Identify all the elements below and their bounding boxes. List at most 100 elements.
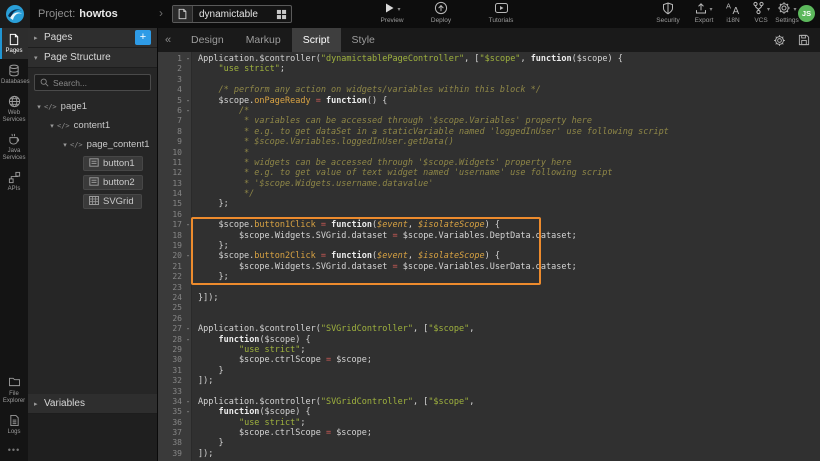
fold-gutter	[184, 272, 192, 282]
fold-marker-icon[interactable]: -	[184, 335, 192, 345]
folder-icon	[1, 376, 27, 390]
expand-arrow-icon: ▾	[47, 122, 57, 130]
line-number: 5	[158, 96, 184, 106]
tree-item-content1[interactable]: ▾</>content1	[28, 116, 157, 135]
line-number: 16	[158, 210, 184, 220]
widget-chip: button2	[83, 175, 143, 190]
sidebar-more-button[interactable]: •••	[0, 440, 28, 461]
pages-grid-icon[interactable]	[271, 9, 291, 20]
code-text: };	[192, 241, 229, 251]
line-number: 26	[158, 314, 184, 324]
fold-marker-icon[interactable]: -	[184, 96, 192, 106]
action-icon-row	[481, 2, 521, 16]
page-structure-header[interactable]: ▾ Page Structure	[28, 48, 157, 68]
line-number: 2	[158, 64, 184, 74]
tree-item-page1[interactable]: ▾</>page1	[28, 97, 157, 116]
action-tutorials[interactable]: Tutorials	[481, 2, 521, 24]
line-number: 30	[158, 355, 184, 365]
user-avatar[interactable]: JS	[798, 5, 815, 22]
code-line: 23	[158, 283, 820, 293]
top-bar: Project: howtos › dynamictable ▾PreviewD…	[0, 0, 820, 28]
panel-collapse-button[interactable]: «	[160, 34, 176, 46]
search-input[interactable]	[53, 78, 145, 88]
code-line: 17- $scope.button1Click = function($even…	[158, 220, 820, 230]
tree-item-svgrid[interactable]: SVGrid	[28, 192, 157, 211]
fold-marker-icon[interactable]: -	[184, 407, 192, 417]
code-line: 11 * widgets can be accessed through '$s…	[158, 158, 820, 168]
code-line: 7 * variables can be accessed through '$…	[158, 116, 820, 126]
fold-marker-icon[interactable]: -	[184, 251, 192, 261]
action-preview[interactable]: ▾Preview	[372, 2, 412, 24]
code-icon: </>	[70, 141, 83, 149]
action-icon-row	[648, 2, 688, 16]
pages-panel: ▸ Pages + ▾ Page Structure ▾</>page1▾</>…	[28, 28, 158, 461]
code-text: Application.$controller("SVGridControlle…	[192, 324, 474, 334]
save-icon[interactable]	[798, 34, 810, 46]
sidebar-item-file-explorer[interactable]: File Explorer	[0, 371, 28, 409]
logs-icon	[1, 414, 27, 428]
page-file-icon	[173, 6, 193, 22]
code-line: 32]);	[158, 376, 820, 386]
tree-item-label: button2	[103, 177, 135, 188]
sidebar-item-java-services[interactable]: Java Services	[0, 128, 28, 166]
fold-marker-icon[interactable]: -	[184, 220, 192, 230]
line-number: 35	[158, 407, 184, 417]
code-line: 10 *	[158, 148, 820, 158]
code-text: };	[192, 199, 229, 209]
grid-icon	[89, 196, 99, 208]
variables-section-header[interactable]: ▸ Variables	[28, 394, 157, 414]
script-editor[interactable]: 1-Application.$controller("dynamictableP…	[158, 52, 820, 461]
collapse-arrow-icon: ▸	[34, 34, 44, 42]
sidebar-item-databases[interactable]: Databases	[0, 59, 28, 90]
fold-marker-icon[interactable]: -	[184, 54, 192, 64]
code-text	[192, 303, 198, 313]
wavemaker-logo-icon[interactable]	[0, 0, 30, 28]
fold-gutter	[184, 85, 192, 95]
code-line: 33	[158, 387, 820, 397]
line-number: 39	[158, 449, 184, 459]
sidebar-item-pages[interactable]: Pages	[0, 28, 28, 59]
line-number: 38	[158, 438, 184, 448]
add-page-button[interactable]: +	[135, 30, 151, 45]
coffee-icon	[1, 133, 27, 147]
line-number: 9	[158, 137, 184, 147]
line-number: 4	[158, 85, 184, 95]
fold-gutter	[184, 231, 192, 241]
fold-gutter	[184, 418, 192, 428]
line-number: 8	[158, 127, 184, 137]
code-line: 15 };	[158, 199, 820, 209]
code-line: 9 * $scope.Variables.loggedInUser.getDat…	[158, 137, 820, 147]
fold-gutter	[184, 116, 192, 126]
line-number: 18	[158, 231, 184, 241]
code-icon: </>	[57, 122, 70, 130]
pages-icon	[1, 33, 27, 47]
sidebar-item-web-services[interactable]: Web Services	[0, 90, 28, 128]
tree-item-button2[interactable]: button2	[28, 173, 157, 192]
code-text	[192, 210, 198, 220]
page-selector-dropdown[interactable]: dynamictable	[172, 5, 292, 23]
fold-gutter	[184, 262, 192, 272]
fold-gutter	[184, 179, 192, 189]
fold-gutter	[184, 137, 192, 147]
project-breadcrumb: Project: howtos	[38, 0, 118, 28]
tab-markup[interactable]: Markup	[235, 28, 292, 52]
code-text: };	[192, 272, 229, 282]
code-text: $scope.button2Click = function($event, $…	[192, 251, 500, 261]
pages-section-header[interactable]: ▸ Pages +	[28, 28, 157, 48]
tree-item-page_content1[interactable]: ▾</>page_content1	[28, 135, 157, 154]
action-deploy[interactable]: Deploy	[421, 2, 461, 24]
sidebar-item-apis[interactable]: APIs	[0, 166, 28, 197]
editor-settings-gear-icon[interactable]	[773, 34, 786, 47]
code-icon: </>	[44, 103, 57, 111]
fold-gutter	[184, 428, 192, 438]
fold-marker-icon[interactable]: -	[184, 324, 192, 334]
code-area[interactable]: 1-Application.$controller("dynamictableP…	[158, 52, 820, 461]
sidebar-item-logs[interactable]: Logs	[0, 409, 28, 440]
tab-script[interactable]: Script	[292, 28, 341, 52]
action-security[interactable]: Security	[648, 2, 688, 24]
tab-style[interactable]: Style	[341, 28, 386, 52]
tab-design[interactable]: Design	[180, 28, 235, 52]
fold-marker-icon[interactable]: -	[184, 106, 192, 116]
fold-marker-icon[interactable]: -	[184, 397, 192, 407]
tree-item-button1[interactable]: button1	[28, 154, 157, 173]
